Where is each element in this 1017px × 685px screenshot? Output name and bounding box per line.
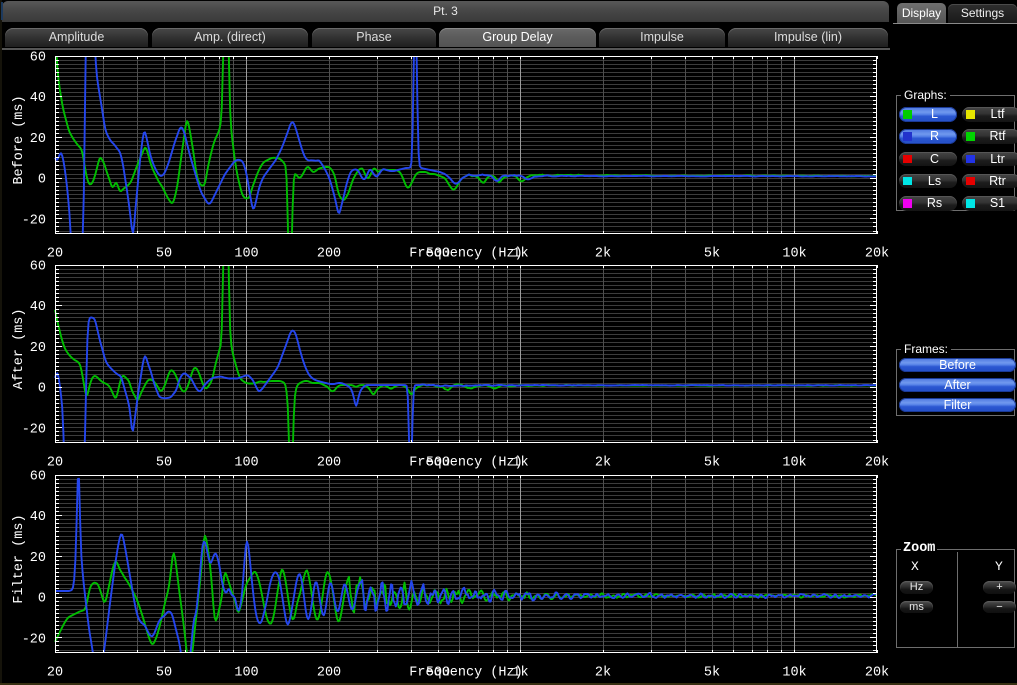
svg-text:200: 200 <box>317 456 341 471</box>
svg-text:0: 0 <box>38 592 46 607</box>
svg-text:500: 500 <box>426 247 450 262</box>
svg-text:2k: 2k <box>595 247 611 262</box>
svg-text:0: 0 <box>38 382 46 397</box>
svg-text:2k: 2k <box>595 666 611 681</box>
svg-text:-20: -20 <box>22 213 46 228</box>
svg-text:20: 20 <box>47 666 63 681</box>
svg-text:5k: 5k <box>704 456 720 471</box>
svg-text:1k: 1k <box>512 456 528 471</box>
svg-text:20: 20 <box>30 551 46 566</box>
svg-text:500: 500 <box>426 666 450 681</box>
svg-text:10k: 10k <box>782 247 806 262</box>
svg-text:5k: 5k <box>704 247 720 262</box>
svg-text:40: 40 <box>30 91 46 106</box>
svg-text:20: 20 <box>47 247 63 262</box>
svg-text:2k: 2k <box>595 456 611 471</box>
svg-text:100: 100 <box>234 247 258 262</box>
svg-text:50: 50 <box>156 456 172 471</box>
svg-text:20: 20 <box>30 341 46 356</box>
svg-text:1k: 1k <box>512 247 528 262</box>
svg-text:20k: 20k <box>865 666 889 681</box>
svg-text:20: 20 <box>30 132 46 147</box>
svg-text:40: 40 <box>30 300 46 315</box>
svg-text:5k: 5k <box>704 666 720 681</box>
svg-text:10k: 10k <box>782 456 806 471</box>
svg-text:60: 60 <box>30 470 46 485</box>
svg-text:50: 50 <box>156 247 172 262</box>
svg-text:1k: 1k <box>512 666 528 681</box>
svg-text:60: 60 <box>30 51 46 66</box>
svg-text:-20: -20 <box>22 632 46 647</box>
svg-text:20k: 20k <box>865 456 889 471</box>
svg-text:500: 500 <box>426 456 450 471</box>
svg-text:-20: -20 <box>22 422 46 437</box>
svg-text:100: 100 <box>234 666 258 681</box>
svg-text:50: 50 <box>156 666 172 681</box>
svg-text:40: 40 <box>30 510 46 525</box>
svg-text:100: 100 <box>234 456 258 471</box>
svg-text:20k: 20k <box>865 247 889 262</box>
svg-text:0: 0 <box>38 173 46 188</box>
svg-text:Filter (ms): Filter (ms) <box>12 514 27 603</box>
svg-text:60: 60 <box>30 260 46 275</box>
svg-text:200: 200 <box>317 666 341 681</box>
svg-text:Before (ms): Before (ms) <box>12 95 27 184</box>
svg-text:200: 200 <box>317 247 341 262</box>
svg-text:20: 20 <box>47 456 63 471</box>
svg-text:After (ms): After (ms) <box>12 308 27 389</box>
svg-text:10k: 10k <box>782 666 806 681</box>
